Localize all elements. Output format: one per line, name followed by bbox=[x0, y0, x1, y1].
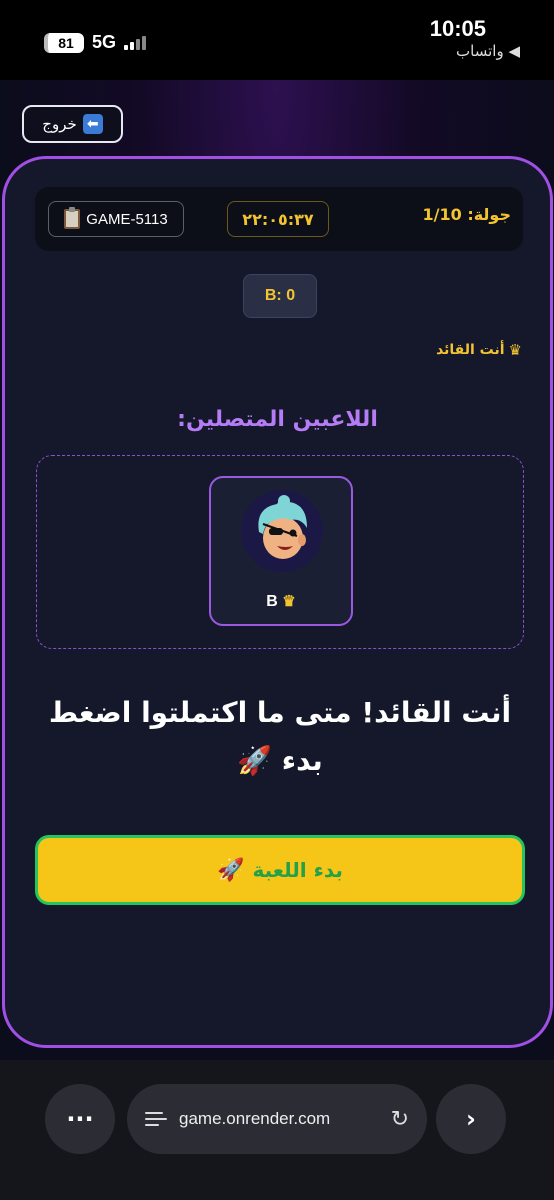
player-name: B bbox=[266, 593, 278, 610]
start-game-button[interactable]: بدء اللعبة 🚀 bbox=[35, 835, 525, 905]
leader-message: أنت القائد! متى ما اكتملتوا اضغط بدء 🚀 bbox=[48, 696, 512, 777]
arrow-left-icon: ⬅ bbox=[82, 114, 103, 134]
battery-indicator: 81 bbox=[44, 32, 84, 53]
score-badge: B: 0 bbox=[243, 274, 317, 318]
forward-button[interactable]: › bbox=[436, 1084, 506, 1154]
round-indicator: جولة: 1/10 bbox=[422, 205, 512, 224]
chevron-right-icon: › bbox=[466, 1105, 476, 1133]
game-info-bar: GAME-5113 ٢٢:٠٥:٣٧ جولة: 1/10 bbox=[35, 187, 523, 251]
leader-tag: ♛ أنت القائد bbox=[436, 341, 522, 359]
signal-icon bbox=[124, 35, 147, 50]
game-timer: ٢٢:٠٥:٣٧ bbox=[227, 201, 329, 237]
leader-label: أنت القائد bbox=[436, 342, 505, 358]
avatar bbox=[241, 490, 323, 572]
players-title: اللاعبين المتصلين: bbox=[177, 407, 378, 432]
network-label: 5G bbox=[92, 32, 117, 52]
player-name-row: B ♛ bbox=[211, 592, 351, 611]
exit-label: خروج bbox=[42, 115, 77, 133]
address-bar[interactable]: game.onrender.com ↻ bbox=[127, 1084, 427, 1154]
exit-button[interactable]: ⬅ خروج bbox=[22, 105, 123, 143]
clipboard-icon bbox=[64, 207, 81, 229]
start-game-label: بدء اللعبة bbox=[252, 858, 343, 882]
browser-toolbar: ··· game.onrender.com ↻ › bbox=[0, 1060, 554, 1200]
rocket-icon: 🚀 bbox=[217, 857, 245, 883]
status-indicators: 81 5G bbox=[44, 32, 147, 53]
reload-icon[interactable]: ↻ bbox=[391, 1106, 409, 1132]
player-card: B ♛ bbox=[209, 476, 353, 626]
page: ⬅ خروج GAME-5113 ٢٢:٠٥:٣٧ جولة: 1/10 B: … bbox=[0, 80, 554, 1060]
status-time: 10:05 bbox=[429, 16, 486, 41]
url-text: game.onrender.com bbox=[179, 1109, 331, 1128]
page-menu-icon[interactable] bbox=[145, 1110, 167, 1128]
more-icon: ··· bbox=[66, 1105, 94, 1133]
game-code: GAME-5113 bbox=[86, 210, 168, 228]
back-to-app-link[interactable]: ◀ واتساب bbox=[456, 42, 520, 60]
crown-icon: ♛ bbox=[508, 341, 522, 359]
more-options-button[interactable]: ··· bbox=[45, 1084, 115, 1154]
crown-icon: ♛ bbox=[282, 593, 296, 610]
game-code-badge[interactable]: GAME-5113 bbox=[48, 201, 184, 237]
players-list: B ♛ bbox=[36, 455, 524, 649]
status-bar: 81 5G 10:05 ◀ واتساب bbox=[0, 0, 554, 80]
game-card: GAME-5113 ٢٢:٠٥:٣٧ جولة: 1/10 B: 0 ♛ أنت… bbox=[2, 156, 553, 1048]
